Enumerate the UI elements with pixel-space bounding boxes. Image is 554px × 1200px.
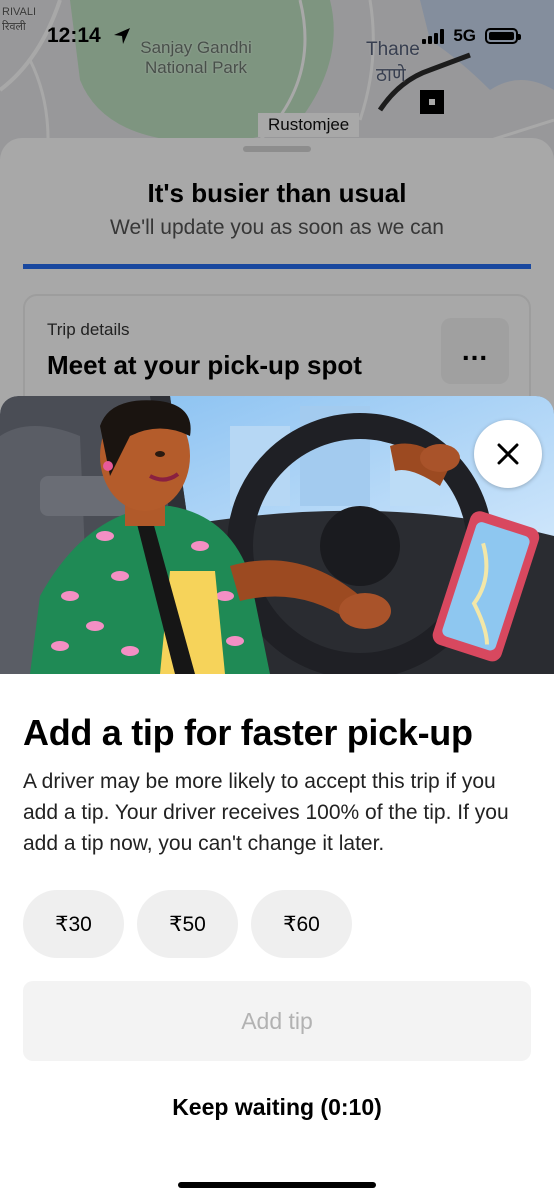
driver-illustration xyxy=(0,396,554,674)
tip-option-50[interactable]: ₹50 xyxy=(137,890,238,958)
add-tip-button[interactable]: Add tip xyxy=(23,981,531,1061)
keep-waiting-button[interactable]: Keep waiting (0:10) xyxy=(0,1094,554,1121)
close-icon xyxy=(497,443,519,465)
home-indicator[interactable] xyxy=(178,1182,376,1188)
tip-options: ₹30 ₹50 ₹60 xyxy=(23,890,352,958)
close-button[interactable] xyxy=(474,420,542,488)
tip-modal: Add a tip for faster pick-up A driver ma… xyxy=(0,396,554,1200)
driver-illustration-graphic xyxy=(0,396,554,674)
modal-description: A driver may be more likely to accept th… xyxy=(23,770,509,855)
modal-title: Add a tip for faster pick-up xyxy=(23,712,473,753)
tip-option-30[interactable]: ₹30 xyxy=(23,890,124,958)
tip-option-60[interactable]: ₹60 xyxy=(251,890,352,958)
